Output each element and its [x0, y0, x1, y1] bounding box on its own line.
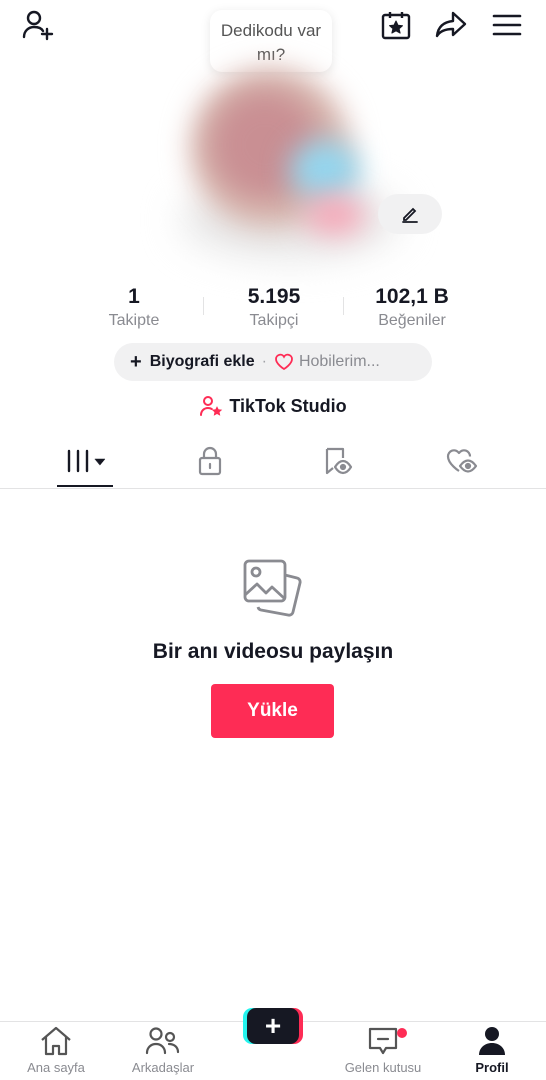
bio-pill[interactable]: + Biyografi ekle · Hobilerim...	[114, 343, 432, 381]
calendar-button[interactable]	[375, 6, 417, 44]
inbox-notification-dot	[397, 1028, 407, 1038]
tab-liked[interactable]	[432, 441, 492, 481]
likes-label: Beğeniler	[378, 312, 446, 329]
nav-friends[interactable]: Arkadaşlar	[120, 1022, 206, 1080]
nav-inbox[interactable]: Gelen kutusu	[330, 1022, 436, 1080]
nav-home-label: Ana sayfa	[27, 1060, 85, 1075]
add-bio-label[interactable]: Biyografi ekle	[150, 353, 255, 371]
nav-home[interactable]: Ana sayfa	[14, 1022, 98, 1080]
stat-likes[interactable]: 102,1 B Beğeniler	[356, 284, 468, 332]
nav-profile[interactable]: Profil	[460, 1022, 524, 1080]
menu-icon	[492, 14, 522, 36]
empty-state-title: Bir anı videosu paylaşın	[152, 640, 394, 663]
add-friend-icon	[22, 10, 54, 41]
repost-eye-icon	[325, 447, 353, 475]
tab-private[interactable]	[180, 441, 240, 481]
stat-following[interactable]: 1 Takipte	[88, 284, 180, 332]
likes-count: 102,1 B	[375, 285, 449, 308]
active-tab-indicator	[57, 485, 113, 487]
photos-icon	[241, 557, 305, 621]
grid-videos-icon	[67, 449, 106, 473]
hobbies-label[interactable]: Hobilerim...	[299, 353, 380, 371]
heart-icon	[275, 353, 293, 371]
tab-separator	[0, 488, 546, 489]
nav-inbox-label: Gelen kutusu	[344, 1060, 422, 1075]
studio-label: TikTok Studio	[229, 395, 347, 416]
studio-person-star-icon	[200, 396, 223, 416]
stat-divider	[343, 297, 344, 315]
stat-divider	[203, 297, 204, 315]
profile-icon	[479, 1027, 505, 1055]
edit-profile-button[interactable]	[378, 194, 442, 234]
pencil-icon	[402, 207, 418, 223]
plus-icon: +	[130, 351, 142, 373]
home-icon	[41, 1026, 71, 1056]
menu-button[interactable]	[486, 6, 528, 44]
create-post-button[interactable]: +	[243, 1008, 303, 1044]
tiktok-studio-link[interactable]: TikTok Studio	[0, 393, 546, 419]
calendar-star-icon	[381, 12, 411, 40]
nav-friends-label: Arkadaşlar	[131, 1060, 195, 1075]
following-label: Takipte	[108, 312, 160, 329]
nav-profile-label: Profil	[475, 1060, 509, 1075]
profile-avatar[interactable]	[160, 50, 400, 275]
bio-separator: ·	[261, 353, 267, 370]
liked-heart-icon	[446, 449, 478, 473]
inbox-icon	[368, 1027, 398, 1055]
upload-button[interactable]: Yükle	[211, 684, 334, 738]
plus-icon: +	[247, 1008, 299, 1044]
share-icon	[435, 11, 467, 38]
friends-icon	[145, 1027, 180, 1055]
lock-icon	[198, 446, 222, 476]
followers-label: Takipçi	[249, 312, 299, 329]
add-friend-button[interactable]	[18, 6, 58, 44]
stat-followers[interactable]: 5.195 Takipçi	[224, 284, 324, 332]
tab-reposts[interactable]	[308, 441, 368, 481]
share-button[interactable]	[430, 6, 472, 44]
followers-count: 5.195	[247, 285, 301, 308]
tab-videos[interactable]	[56, 441, 116, 481]
following-count: 1	[128, 285, 140, 308]
